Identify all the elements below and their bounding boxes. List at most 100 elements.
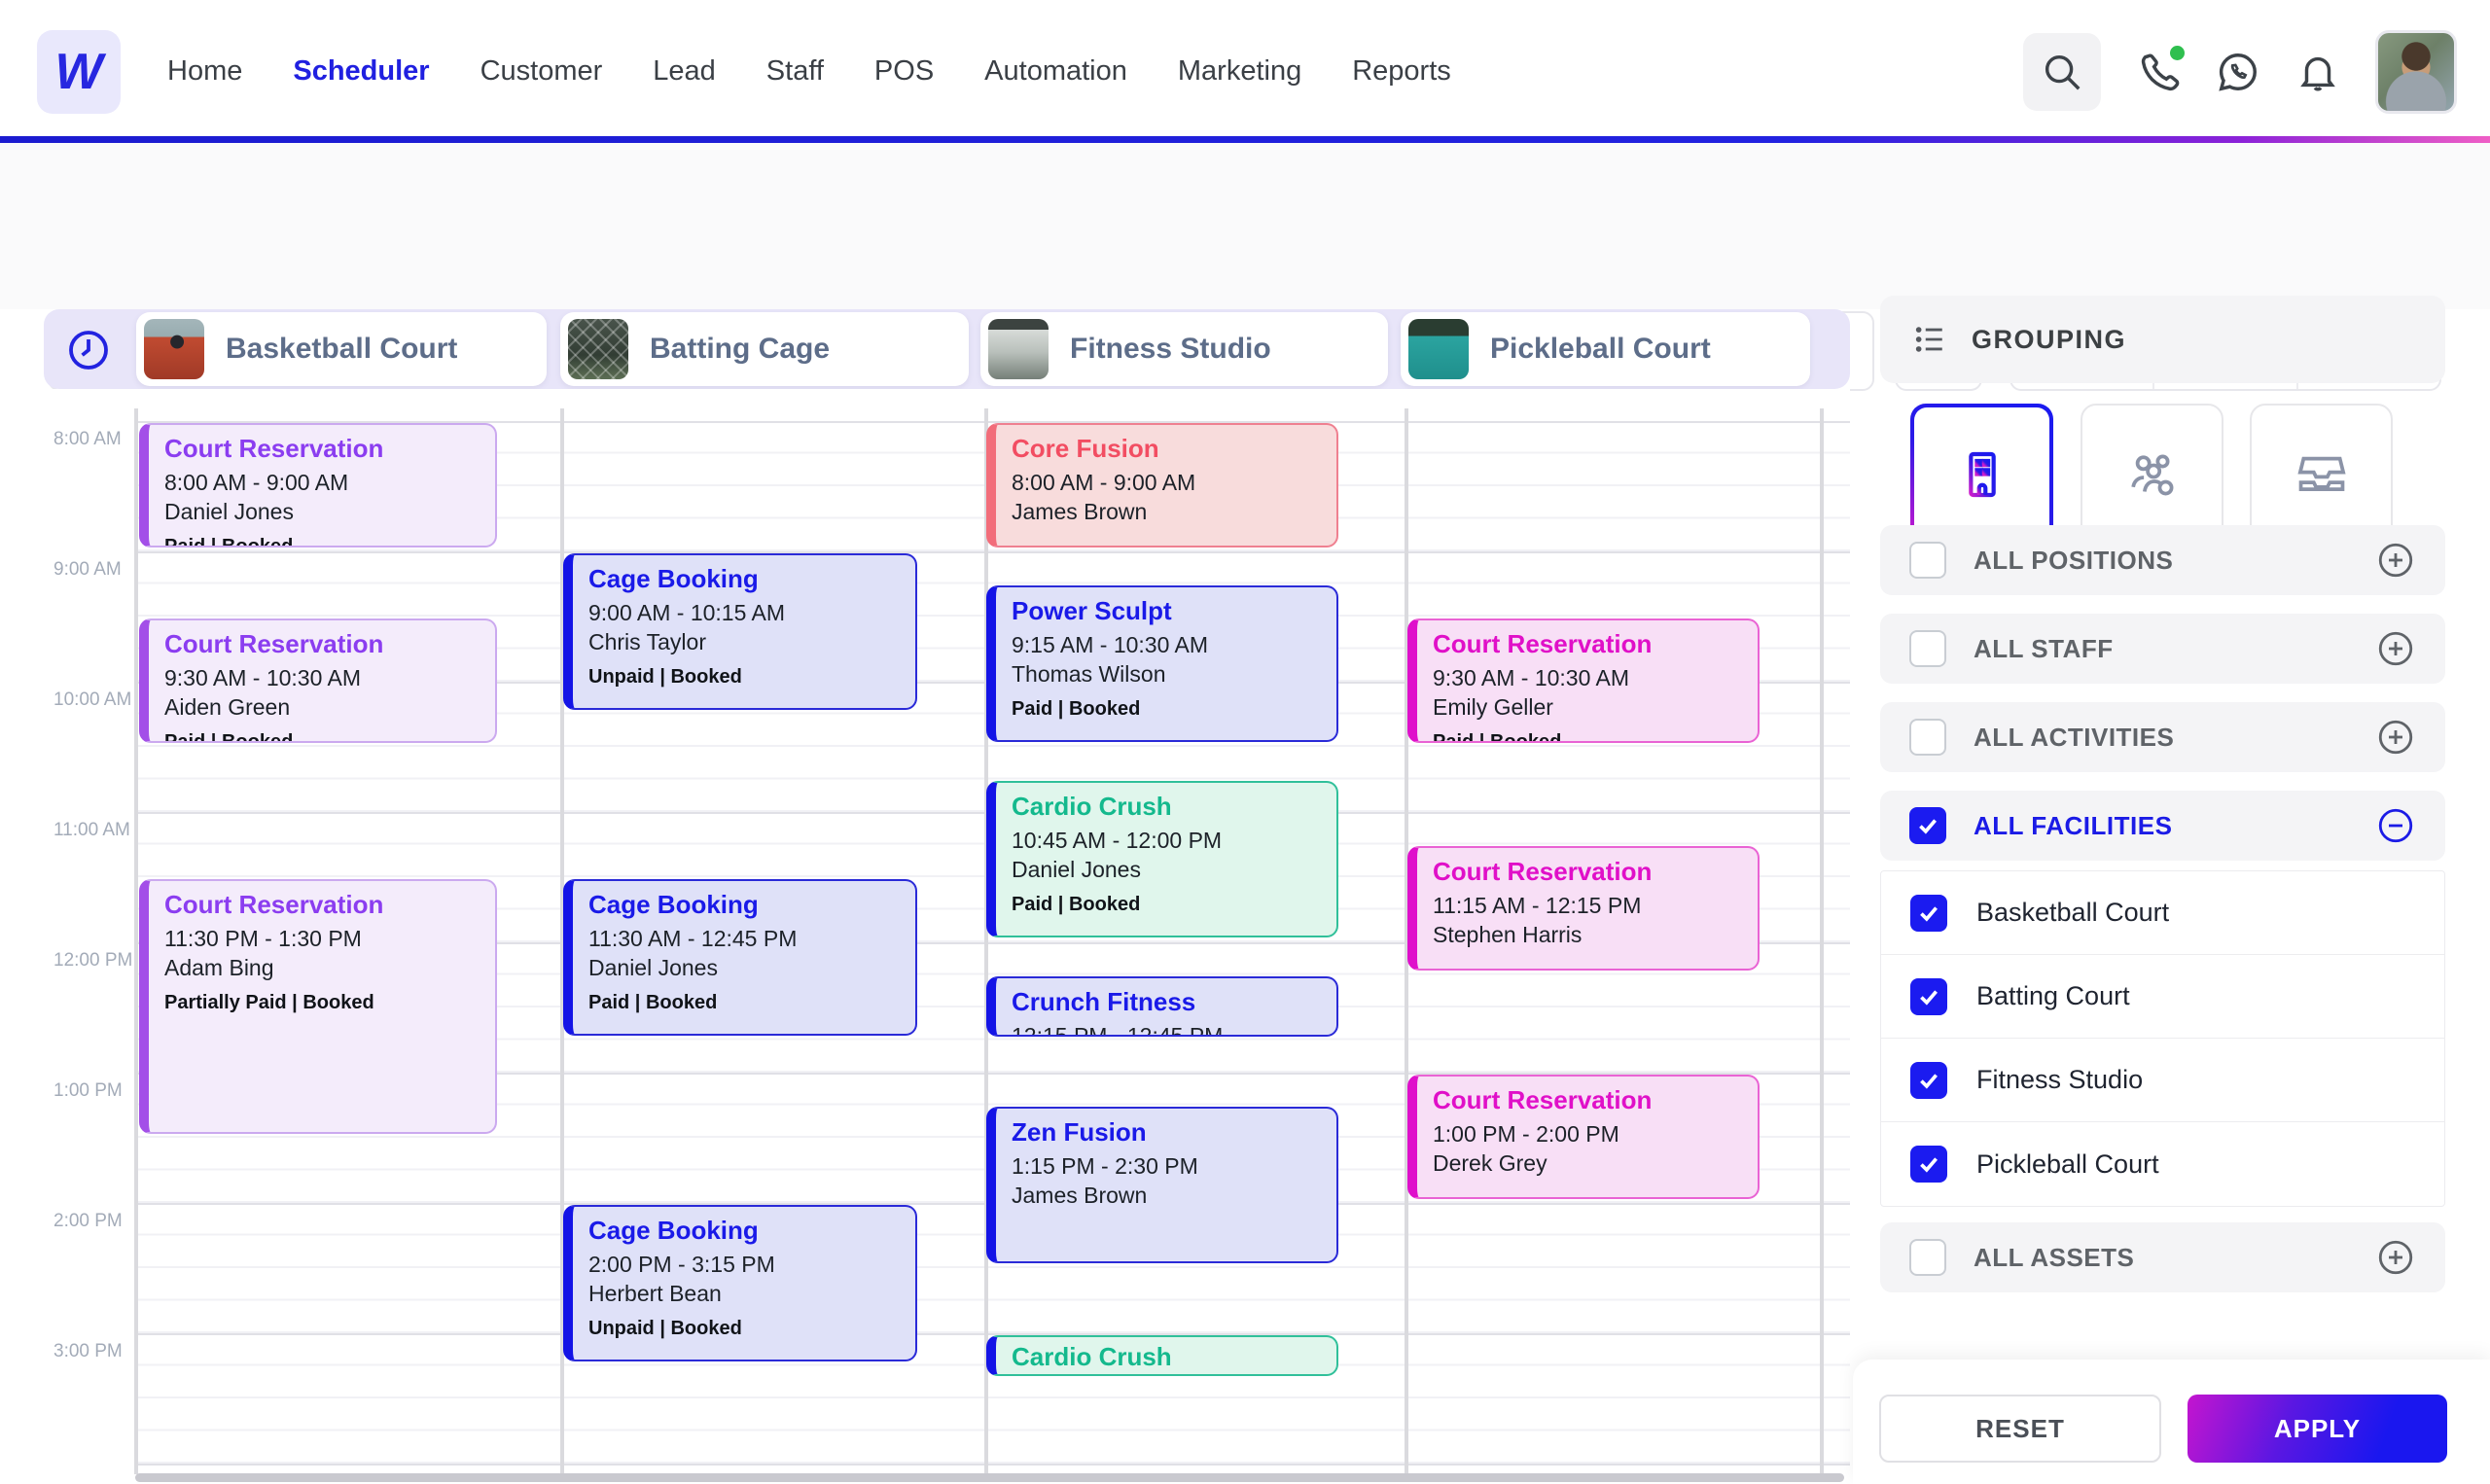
grouping-panel-header: GROUPING — [1880, 296, 2445, 383]
nav-item-automation[interactable]: Automation — [984, 55, 1127, 88]
event-card[interactable]: Cage Booking 2:00 PM - 3:15 PM Herbert B… — [563, 1205, 917, 1361]
time-label: 10:00 AM — [53, 689, 132, 710]
event-status: Paid | Booked — [1433, 730, 1562, 743]
checkbox-fitness-studio[interactable] — [1910, 1061, 1947, 1099]
checkbox-all-facilities[interactable] — [1909, 807, 1946, 844]
event-card[interactable]: Court Reservation 1:00 PM - 2:00 PM Dere… — [1407, 1075, 1760, 1199]
event-card[interactable]: Court Reservation 9:30 AM - 10:30 AM Aid… — [139, 618, 497, 743]
checkbox-all-staff[interactable] — [1909, 630, 1946, 667]
event-card[interactable]: Court Reservation 9:30 AM - 10:30 AM Emi… — [1407, 618, 1760, 743]
event-client: Daniel Jones — [164, 498, 294, 524]
check-icon — [1920, 1073, 1938, 1089]
accordion-all-activities[interactable]: ALL ACTIVITIES — [1880, 702, 2445, 772]
whatsapp-icon[interactable] — [2216, 50, 2260, 94]
checkbox-batting-court[interactable] — [1910, 977, 1947, 1015]
event-card[interactable]: Cage Booking 11:30 AM - 12:45 PM Daniel … — [563, 879, 917, 1036]
notification-bell-icon[interactable] — [2295, 50, 2340, 94]
plus-circle-icon[interactable] — [2375, 717, 2416, 758]
checkbox-all-assets[interactable] — [1909, 1239, 1946, 1276]
plus-circle-icon[interactable] — [2375, 1237, 2416, 1278]
checkbox-basketball-court[interactable] — [1910, 894, 1947, 932]
minus-circle-icon[interactable] — [2375, 805, 2416, 846]
calendar-header-band: Basketball Court Batting Cage Fitness St… — [44, 309, 1850, 389]
column-title: Basketball Court — [226, 333, 458, 365]
phone-icon[interactable] — [2136, 45, 2185, 94]
event-time: 11:15 AM - 12:15 PM — [1433, 893, 1642, 919]
event-client: Stephen Harris — [1433, 921, 1583, 947]
facility-item-batting-court[interactable]: Batting Court — [1881, 955, 2444, 1039]
nav-accent-border — [0, 136, 2490, 143]
column-header-pickleball-court[interactable]: Pickleball Court — [1401, 312, 1810, 386]
event-card[interactable]: Core Fusion 8:00 AM - 9:00 AM James Brow… — [986, 423, 1338, 548]
accordion-all-positions[interactable]: ALL POSITIONS — [1880, 525, 2445, 595]
accordion-label: ALL ACTIVITIES — [1974, 722, 2175, 752]
group-by-staff-button[interactable] — [2081, 404, 2223, 545]
event-status: Paid | Booked — [1012, 893, 1141, 915]
column-separator — [1820, 408, 1824, 1474]
facility-item-fitness-studio[interactable]: Fitness Studio — [1881, 1039, 2444, 1122]
event-client: Daniel Jones — [1012, 856, 1141, 882]
event-client: Adam Bing — [164, 954, 274, 980]
nav-item-customer[interactable]: Customer — [480, 55, 603, 88]
plus-circle-icon[interactable] — [2375, 540, 2416, 581]
app-logo[interactable]: W — [37, 29, 121, 114]
nav-item-staff[interactable]: Staff — [766, 55, 824, 88]
checkbox-all-positions[interactable] — [1909, 542, 1946, 579]
facility-label: Pickleball Court — [1976, 1148, 2159, 1179]
facility-label: Basketball Court — [1976, 898, 2170, 927]
accordion-all-facilities[interactable]: ALL FACILITIES — [1880, 791, 2445, 861]
event-card[interactable]: Zen Fusion 1:15 PM - 2:30 PM James Brown — [986, 1107, 1338, 1263]
nav-item-reports[interactable]: Reports — [1352, 55, 1451, 88]
event-title: Zen Fusion — [1012, 1117, 1147, 1147]
check-icon — [1920, 905, 1938, 922]
check-icon — [1920, 1157, 1938, 1173]
group-by-facilities-button[interactable] — [1910, 404, 2053, 545]
check-icon — [1920, 989, 1938, 1006]
nav-item-scheduler[interactable]: Scheduler — [293, 55, 429, 88]
event-card[interactable]: Court Reservation 11:15 AM - 12:15 PM St… — [1407, 846, 1760, 971]
checkbox-all-activities[interactable] — [1909, 719, 1946, 756]
column-header-basketball-court[interactable]: Basketball Court — [136, 312, 547, 386]
facility-item-pickleball-court[interactable]: Pickleball Court — [1881, 1122, 2444, 1206]
column-header-batting-cage[interactable]: Batting Cage — [560, 312, 969, 386]
column-separator — [134, 408, 138, 1474]
top-navigation-bar: W Home Scheduler Customer Lead Staff POS… — [0, 0, 2490, 143]
facility-item-basketball-court[interactable]: Basketball Court — [1881, 871, 2444, 955]
search-button[interactable] — [2023, 32, 2101, 111]
horizontal-scrollbar[interactable] — [135, 1473, 1844, 1482]
batting-cage-image — [568, 319, 628, 379]
group-by-assets-button[interactable] — [2250, 404, 2393, 545]
nav-item-marketing[interactable]: Marketing — [1178, 55, 1301, 88]
event-card[interactable]: Court Reservation 8:00 AM - 9:00 AM Dani… — [139, 423, 497, 548]
column-title: Fitness Studio — [1070, 333, 1271, 365]
event-title: Cage Booking — [588, 890, 759, 919]
nav-item-home[interactable]: Home — [167, 55, 242, 88]
event-card[interactable]: Crunch Fitness 12:15 PM - 12:45 PM — [986, 976, 1338, 1037]
check-icon — [1919, 819, 1937, 834]
accordion-all-staff[interactable]: ALL STAFF — [1880, 614, 2445, 684]
user-avatar[interactable] — [2375, 29, 2457, 114]
nav-item-pos[interactable]: POS — [874, 55, 934, 88]
scheduler-toolbar: Jan 10, 2025 Today Default View — [0, 143, 2490, 391]
event-time: 1:00 PM - 2:00 PM — [1433, 1121, 1619, 1148]
plus-circle-icon[interactable] — [2375, 628, 2416, 669]
nav-item-lead[interactable]: Lead — [653, 55, 716, 88]
event-time: 2:00 PM - 3:15 PM — [588, 1252, 775, 1278]
column-title: Pickleball Court — [1490, 333, 1711, 365]
event-title: Crunch Fitness — [1012, 987, 1196, 1016]
event-card[interactable]: Cage Booking 9:00 AM - 10:15 AM Chris Ta… — [563, 553, 917, 710]
column-header-fitness-studio[interactable]: Fitness Studio — [980, 312, 1388, 386]
online-status-dot — [2170, 45, 2185, 60]
event-card[interactable]: Power Sculpt 9:15 AM - 10:30 AM Thomas W… — [986, 585, 1338, 742]
event-card[interactable]: Court Reservation 11:30 PM - 1:30 PM Ada… — [139, 879, 497, 1134]
accordion-all-assets[interactable]: ALL ASSETS — [1880, 1222, 2445, 1292]
event-title: Cage Booking — [588, 1216, 759, 1245]
facility-label: Batting Court — [1976, 981, 2130, 1010]
event-status: Paid | Booked — [588, 991, 718, 1013]
apply-button[interactable]: APPLY — [2188, 1395, 2447, 1463]
checkbox-pickleball-court[interactable] — [1910, 1146, 1947, 1183]
event-card[interactable]: Cardio Crush — [986, 1335, 1338, 1376]
pickleball-court-image — [1408, 319, 1469, 379]
reset-button[interactable]: RESET — [1879, 1395, 2161, 1463]
event-card[interactable]: Cardio Crush 10:45 AM - 12:00 PM Daniel … — [986, 781, 1338, 937]
